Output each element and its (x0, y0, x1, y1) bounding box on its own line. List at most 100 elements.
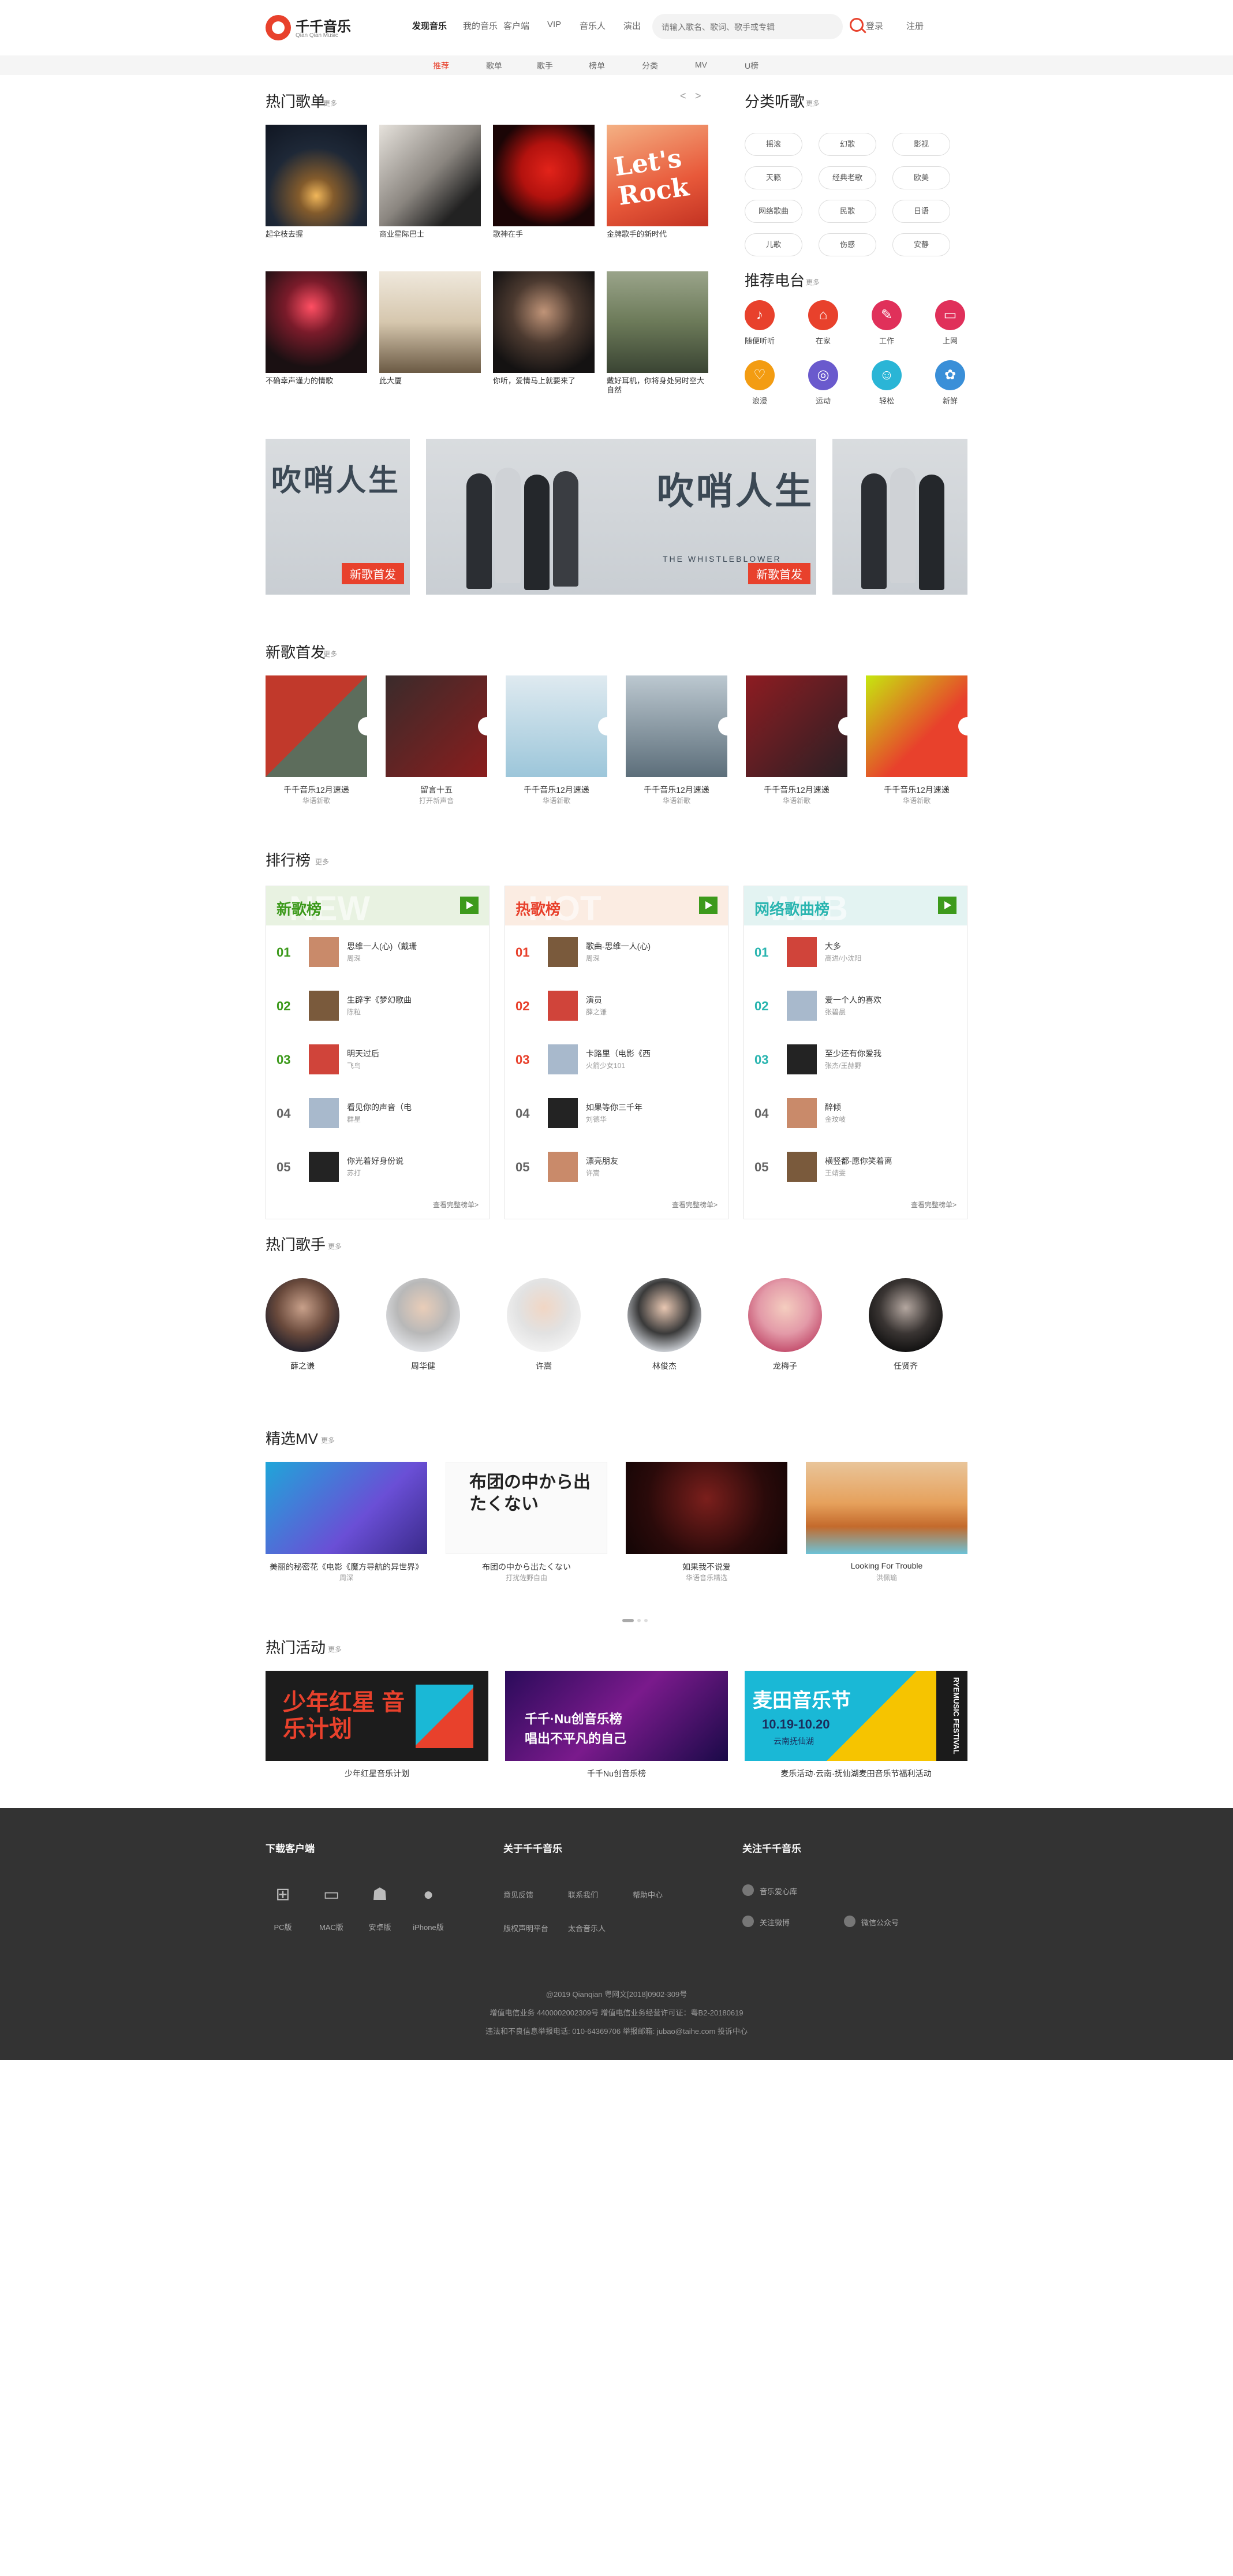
chart-song-name[interactable]: 看见你的声音（电 (347, 1102, 434, 1113)
chart-artist-name[interactable]: 周深 (347, 953, 361, 963)
footer-contact-link[interactable]: 联系我们 (568, 1889, 598, 1900)
chart-artist-name[interactable]: 苏打 (347, 1168, 361, 1178)
android-icon[interactable]: ☗ (368, 1883, 391, 1906)
chart-song-name[interactable]: 你光着好身份说 (347, 1155, 434, 1167)
mv-item-title[interactable]: 布团の中から出たくない (446, 1561, 607, 1573)
chart-song-name[interactable]: 至少还有你爱我 (825, 1048, 911, 1059)
chart-view-all-link[interactable]: 查看完整榜单> (433, 1200, 479, 1209)
chart-artist-name[interactable]: 刘德华 (586, 1114, 607, 1124)
radio-station-icon[interactable]: ☺ (872, 360, 902, 390)
footer-client-label[interactable]: PC版 (266, 1921, 300, 1932)
radio-station-label[interactable]: 运动 (800, 395, 846, 406)
singer-name[interactable]: 任贤齐 (869, 1360, 943, 1372)
chart-row[interactable]: 01 大多 高进/小沈阳 (754, 935, 956, 969)
charts-more[interactable]: 更多 (315, 857, 329, 867)
chart-song-cover[interactable] (309, 1098, 339, 1128)
chart-song-cover[interactable] (548, 937, 578, 967)
singer-name[interactable]: 林俊杰 (627, 1360, 701, 1372)
pager-prev-button[interactable]: < (680, 90, 686, 102)
footer-copyright-link[interactable]: 版权声明平台 (503, 1922, 548, 1933)
chart-artist-name[interactable]: 陈粒 (347, 1007, 361, 1017)
playlist-title[interactable]: 戴好耳机，你将身处另时空大自然 (607, 376, 708, 395)
new-song-cover[interactable] (746, 675, 847, 777)
radio-station-label[interactable]: 随便听听 (737, 335, 783, 346)
radio-more[interactable]: 更多 (806, 277, 820, 287)
carousel-dot-active[interactable] (622, 1619, 634, 1622)
new-song-subtitle[interactable]: 华语新歌 (266, 796, 367, 805)
chart-song-name[interactable]: 歌曲-思维一人(心) (586, 940, 672, 952)
new-song-subtitle[interactable]: 华语新歌 (506, 796, 607, 805)
radio-station-icon[interactable]: ▭ (935, 300, 965, 330)
chart-row[interactable]: 02 生辟字《梦幻歌曲 陈粒 (277, 988, 479, 1023)
radio-station-icon[interactable]: ✿ (935, 360, 965, 390)
chart-row[interactable]: 05 漂亮朋友 许嵩 (515, 1149, 718, 1184)
chart-artist-name[interactable]: 张碧晨 (825, 1007, 846, 1017)
genre-pill[interactable]: 欧美 (892, 166, 950, 189)
genres-more[interactable]: 更多 (806, 98, 820, 108)
footer-feedback-link[interactable]: 意见反馈 (503, 1889, 533, 1900)
hot-playlists-more[interactable]: 更多 (323, 98, 337, 108)
new-song-subtitle[interactable]: 华语新歌 (746, 796, 847, 805)
play-all-icon[interactable] (938, 897, 956, 914)
mv-more[interactable]: 更多 (321, 1435, 335, 1445)
singers-more[interactable]: 更多 (328, 1241, 342, 1251)
chart-song-name[interactable]: 如果等你三千年 (586, 1102, 672, 1113)
playlist-title[interactable]: 此大厦 (379, 376, 481, 386)
new-song-title[interactable]: 千千音乐12月速递 (866, 784, 967, 796)
radio-station-label[interactable]: 在家 (800, 335, 846, 346)
footer-follow-link[interactable]: 音乐爱心库 (760, 1886, 797, 1896)
chart-view-all-link[interactable]: 查看完整榜单> (911, 1200, 956, 1209)
playlist-cover[interactable] (607, 271, 708, 373)
radio-station-label[interactable]: 轻松 (864, 395, 910, 406)
chart-song-cover[interactable] (787, 1152, 817, 1182)
chart-song-name[interactable]: 大多 (825, 940, 911, 952)
chart-artist-name[interactable]: 周深 (586, 953, 600, 963)
genre-pill[interactable]: 幻歌 (819, 133, 876, 156)
chart-row[interactable]: 02 爱一个人的喜欢 张碧晨 (754, 988, 956, 1023)
chart-song-cover[interactable] (309, 1152, 339, 1182)
genre-pill[interactable]: 网络歌曲 (745, 200, 802, 223)
new-songs-more[interactable]: 更多 (323, 649, 337, 659)
chart-artist-name[interactable]: 薛之谦 (586, 1007, 607, 1017)
chart-row[interactable]: 04 如果等你三千年 刘德华 (515, 1096, 718, 1130)
playlist-cover[interactable]: Let's Rock (607, 125, 708, 226)
chart-artist-name[interactable]: 王靖雯 (825, 1168, 846, 1178)
mv-item-title[interactable]: 美丽的秘密花《电影《魔方导航的异世界》 (266, 1561, 427, 1573)
mv-item-title[interactable]: Looking For Trouble (806, 1561, 967, 1570)
genre-pill[interactable]: 安静 (892, 233, 950, 256)
chart-song-name[interactable]: 爱一个人的喜欢 (825, 994, 911, 1006)
chart-artist-name[interactable]: 高进/小沈阳 (825, 953, 861, 963)
new-song-subtitle[interactable]: 华语新歌 (866, 796, 967, 805)
genre-pill[interactable]: 儿歌 (745, 233, 802, 256)
chart-song-cover[interactable] (548, 1098, 578, 1128)
radio-station-label[interactable]: 工作 (864, 335, 910, 346)
chart-song-name[interactable]: 漂亮朋友 (586, 1155, 672, 1167)
activity-banner[interactable]: 千千·Nu创音乐榜 唱出不平凡的自己 (505, 1671, 728, 1761)
chart-song-cover[interactable] (548, 1044, 578, 1074)
activity-title[interactable]: 千千Nu创音乐榜 (505, 1768, 728, 1779)
chart-artist-name[interactable]: 张杰/王赫野 (825, 1061, 861, 1070)
chart-row[interactable]: 03 卡路里（电影《西 火箭少女101 (515, 1042, 718, 1077)
singer-avatar[interactable] (266, 1278, 339, 1352)
carousel-dot[interactable] (637, 1619, 641, 1622)
footer-follow-link[interactable]: 关注微博 (760, 1917, 790, 1928)
genre-pill[interactable]: 天籁 (745, 166, 802, 189)
new-song-title[interactable]: 千千音乐12月速递 (626, 784, 727, 796)
new-song-subtitle[interactable]: 打开新声音 (386, 796, 487, 805)
chart-song-name[interactable]: 思维一人(心)（戴珊 (347, 940, 434, 952)
chart-name[interactable]: 热歌榜 (515, 898, 561, 919)
genre-pill[interactable]: 摇滚 (745, 133, 802, 156)
playlist-cover[interactable] (379, 125, 481, 226)
chart-song-cover[interactable] (787, 1044, 817, 1074)
radio-station-icon[interactable]: ♡ (745, 360, 775, 390)
genre-pill[interactable]: 日语 (892, 200, 950, 223)
new-song-title[interactable]: 千千音乐12月速递 (506, 784, 607, 796)
chart-song-cover[interactable] (548, 1152, 578, 1182)
singer-name[interactable]: 龙梅子 (748, 1360, 822, 1372)
activity-banner[interactable]: 麦田音乐节 10.19-10.20 云南抚仙湖 RYEMUSIC FESTIVA… (745, 1671, 967, 1761)
radio-station-label[interactable]: 浪漫 (737, 395, 783, 406)
mv-cover[interactable] (626, 1462, 787, 1554)
activity-title[interactable]: 麦乐活动·云南·抚仙湖麦田音乐节福利活动 (745, 1768, 967, 1779)
genre-pill[interactable]: 经典老歌 (819, 166, 876, 189)
chart-row[interactable]: 01 思维一人(心)（戴珊 周深 (277, 935, 479, 969)
